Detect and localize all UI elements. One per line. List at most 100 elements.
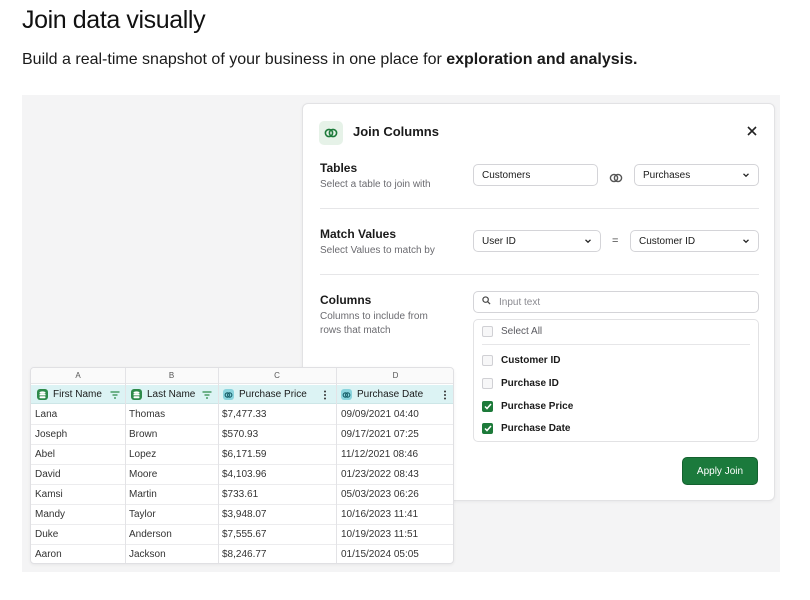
column-option-purchase-id[interactable]: Purchase ID — [482, 378, 559, 389]
table-cell[interactable]: Kamsi — [35, 489, 63, 500]
join-link-icon — [609, 170, 623, 188]
header-first-name[interactable]: First Name — [37, 385, 102, 404]
column-option-label: Purchase Price — [501, 401, 574, 412]
column-letter: C — [274, 371, 280, 380]
table-cell[interactable]: $7,477.33 — [222, 409, 267, 420]
filter-icon[interactable] — [201, 389, 213, 401]
table-cell[interactable]: $3,948.07 — [222, 509, 267, 520]
checkbox-checked[interactable] — [482, 423, 493, 434]
apply-join-button[interactable]: Apply Join — [682, 457, 758, 485]
table-cell[interactable]: 11/12/2021 08:46 — [341, 449, 418, 460]
table-cell[interactable]: 01/15/2024 05:05 — [341, 549, 419, 560]
table-cell[interactable]: Taylor — [129, 509, 156, 520]
table-row[interactable]: Kamsi Martin $733.61 05/03/2023 06:26 — [31, 485, 453, 505]
table-cell[interactable]: 10/16/2023 11:41 — [341, 509, 418, 520]
table-row[interactable]: Mandy Taylor $3,948.07 10/16/2023 11:41 — [31, 505, 453, 525]
column-option-customer-id[interactable]: Customer ID — [482, 355, 560, 366]
database-icon — [131, 389, 142, 400]
join-icon — [319, 121, 343, 145]
table-cell[interactable]: Thomas — [129, 409, 165, 420]
table-cell[interactable]: $8,246.77 — [222, 549, 267, 560]
column-option-label: Purchase Date — [501, 423, 571, 434]
table-cell[interactable]: Duke — [35, 529, 58, 540]
chevron-down-icon — [742, 171, 750, 182]
column-divider — [125, 368, 126, 563]
columns-section-desc-1: Columns to include from — [320, 311, 428, 322]
table-row[interactable]: David Moore $4,103.96 01/23/2022 08:43 — [31, 465, 453, 485]
table-cell[interactable]: Abel — [35, 449, 55, 460]
table-cell[interactable]: Joseph — [35, 429, 67, 440]
header-purchase-date[interactable]: Purchase Date — [341, 385, 423, 404]
checklist-divider — [482, 344, 750, 345]
table-cell[interactable]: $570.93 — [222, 429, 258, 440]
left-match-value: User ID — [482, 235, 516, 247]
table-row[interactable]: Aaron Jackson $8,246.77 01/15/2024 05:05 — [31, 545, 453, 563]
column-divider — [218, 368, 219, 563]
table-cell[interactable]: $6,171.59 — [222, 449, 267, 460]
column-letter: A — [75, 371, 81, 380]
table-cell[interactable]: 09/09/2021 04:40 — [341, 409, 419, 420]
close-icon[interactable] — [744, 123, 760, 139]
table-cell[interactable]: Aaron — [35, 549, 62, 560]
page-title: Join data visually — [22, 6, 206, 34]
right-match-select[interactable]: Customer ID — [630, 230, 759, 252]
table-row[interactable]: Duke Anderson $7,555.67 10/19/2023 11:51 — [31, 525, 453, 545]
table-cell[interactable]: Anderson — [129, 529, 172, 540]
table-cell[interactable]: Martin — [129, 489, 157, 500]
table-cell[interactable]: Lana — [35, 409, 57, 420]
table-cell[interactable]: 09/17/2021 07:25 — [341, 429, 419, 440]
match-section-title: Match Values — [320, 227, 397, 241]
spreadsheet: A B C D First Name Last Name Purchase Pr… — [30, 367, 454, 564]
header-purchase-price[interactable]: Purchase Price — [223, 385, 307, 404]
table-cell[interactable]: 10/19/2023 11:51 — [341, 529, 418, 540]
tables-section-desc: Select a table to join with — [320, 179, 431, 190]
column-option-purchase-date[interactable]: Purchase Date — [482, 423, 570, 434]
join-icon — [341, 389, 352, 400]
columns-section-desc-2: rows that match — [320, 325, 391, 336]
table-cell[interactable]: 05/03/2023 06:26 — [341, 489, 419, 500]
column-search-input[interactable]: Input text — [473, 291, 759, 313]
search-icon — [482, 296, 491, 308]
table-cell[interactable]: Brown — [129, 429, 157, 440]
column-letter: D — [392, 371, 399, 380]
table-cell[interactable]: $7,555.67 — [222, 529, 267, 540]
page-subtitle: Build a real-time snapshot of your busin… — [22, 51, 637, 69]
more-vertical-icon[interactable] — [319, 389, 331, 401]
columns-section-title: Columns — [320, 293, 372, 307]
subtitle-emphasis: exploration and analysis. — [446, 51, 638, 68]
table-cell[interactable]: Moore — [129, 469, 157, 480]
checkbox[interactable] — [482, 326, 493, 337]
header-last-name[interactable]: Last Name — [131, 385, 195, 404]
left-match-select[interactable]: User ID — [473, 230, 601, 252]
table-row[interactable]: Joseph Brown $570.93 09/17/2021 07:25 — [31, 425, 453, 445]
left-table-select[interactable]: Customers — [473, 164, 598, 186]
chevron-down-icon — [742, 237, 750, 248]
left-table-value: Customers — [482, 169, 531, 181]
column-option-label: Customer ID — [501, 355, 561, 366]
panel-title: Join Columns — [353, 124, 439, 139]
tables-section-title: Tables — [320, 161, 358, 175]
column-option-purchase-price[interactable]: Purchase Price — [482, 401, 573, 412]
column-letter: B — [168, 371, 175, 380]
table-cell[interactable]: 01/23/2022 08:43 — [341, 469, 419, 480]
more-vertical-icon[interactable] — [439, 389, 451, 401]
table-row[interactable]: Lana Thomas $7,477.33 09/09/2021 04:40 — [31, 405, 453, 425]
select-all-option[interactable]: Select All — [482, 326, 542, 337]
table-cell[interactable]: Mandy — [35, 509, 65, 520]
header-label: Last Name — [147, 389, 196, 400]
checkbox[interactable] — [482, 378, 493, 389]
header-label: Purchase Price — [239, 389, 307, 400]
database-icon — [37, 389, 48, 400]
column-option-label: Purchase ID — [501, 378, 559, 389]
filter-icon[interactable] — [109, 389, 121, 401]
right-table-select[interactable]: Purchases — [634, 164, 759, 186]
checkbox[interactable] — [482, 355, 493, 366]
table-cell[interactable]: Jackson — [129, 549, 166, 560]
table-cell[interactable]: Lopez — [129, 449, 156, 460]
table-cell[interactable]: $4,103.96 — [222, 469, 267, 480]
checkbox-checked[interactable] — [482, 401, 493, 412]
table-cell[interactable]: David — [35, 469, 61, 480]
table-row[interactable]: Abel Lopez $6,171.59 11/12/2021 08:46 — [31, 445, 453, 465]
header-label: Purchase Date — [357, 389, 424, 400]
table-cell[interactable]: $733.61 — [222, 489, 258, 500]
